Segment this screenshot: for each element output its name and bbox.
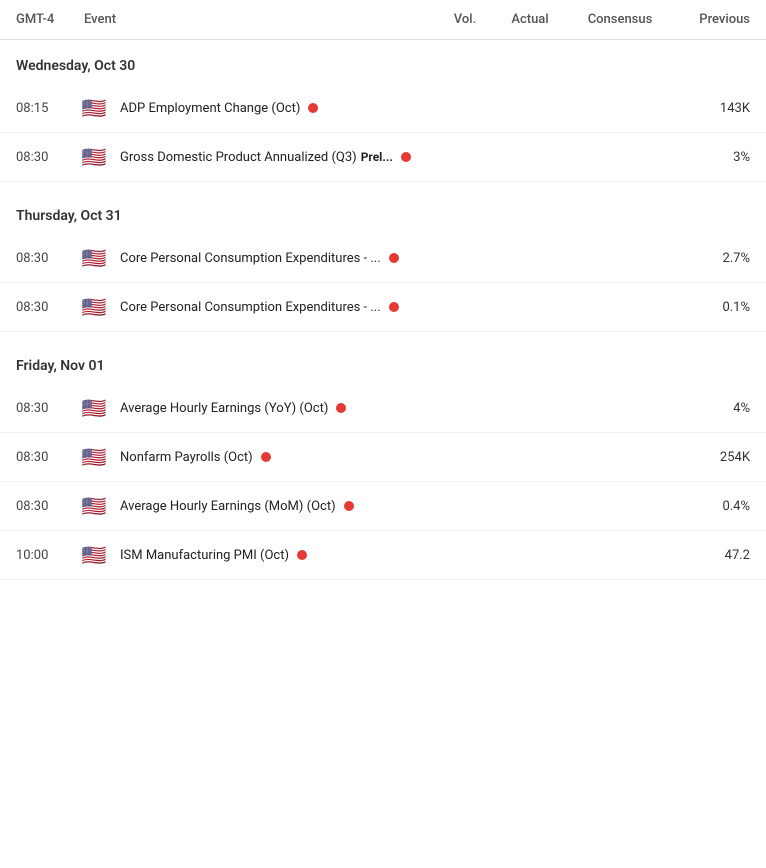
event-time: 10:00 bbox=[16, 548, 76, 563]
day-header: Friday, Nov 01 bbox=[0, 340, 766, 384]
event-name-cell: Core Personal Consumption Expenditures -… bbox=[112, 300, 490, 315]
country-flag: 🇺🇸 bbox=[76, 496, 112, 516]
volatility-dot bbox=[389, 302, 399, 312]
actual-col-header: Actual bbox=[490, 12, 570, 27]
previous-value: 3% bbox=[670, 150, 750, 165]
event-badge: Prel... bbox=[361, 150, 393, 164]
section-spacer bbox=[0, 332, 766, 340]
volatility-dot bbox=[261, 452, 271, 462]
previous-value: 0.4% bbox=[670, 499, 750, 514]
day-header: Thursday, Oct 31 bbox=[0, 190, 766, 234]
event-name-cell: Gross Domestic Product Annualized (Q3) Pr… bbox=[112, 150, 490, 165]
previous-value: 4% bbox=[670, 401, 750, 416]
event-col-header: Event bbox=[76, 12, 440, 27]
previous-value: 0.1% bbox=[670, 300, 750, 315]
event-name: Core Personal Consumption Expenditures -… bbox=[120, 251, 381, 266]
consensus-col-header: Consensus bbox=[570, 12, 670, 27]
volatility-dot bbox=[336, 403, 346, 413]
volatility-dot bbox=[297, 550, 307, 560]
event-name-cell: ADP Employment Change (Oct) bbox=[112, 101, 490, 116]
event-name: Average Hourly Earnings (MoM) (Oct) bbox=[120, 499, 336, 514]
event-name-cell: Nonfarm Payrolls (Oct) bbox=[112, 450, 490, 465]
day-header: Wednesday, Oct 30 bbox=[0, 40, 766, 84]
table-header: GMT-4 Event Vol. Actual Consensus Previo… bbox=[0, 0, 766, 40]
table-row[interactable]: 08:30 🇺🇸 Average Hourly Earnings (YoY) (… bbox=[0, 384, 766, 433]
table-row[interactable]: 08:15 🇺🇸 ADP Employment Change (Oct) 143… bbox=[0, 84, 766, 133]
vol-col-header: Vol. bbox=[440, 12, 490, 27]
previous-col-header: Previous bbox=[670, 12, 750, 27]
event-name: Gross Domestic Product Annualized (Q3) bbox=[120, 150, 357, 165]
country-flag: 🇺🇸 bbox=[76, 297, 112, 317]
volatility-dot bbox=[344, 501, 354, 511]
event-name: ADP Employment Change (Oct) bbox=[120, 101, 300, 116]
event-time: 08:30 bbox=[16, 251, 76, 266]
previous-value: 254K bbox=[670, 450, 750, 465]
event-time: 08:30 bbox=[16, 499, 76, 514]
previous-value: 2.7% bbox=[670, 251, 750, 266]
previous-value: 143K bbox=[670, 101, 750, 116]
section-spacer bbox=[0, 182, 766, 190]
event-name: Nonfarm Payrolls (Oct) bbox=[120, 450, 253, 465]
country-flag: 🇺🇸 bbox=[76, 398, 112, 418]
calendar-body: Wednesday, Oct 30 08:15 🇺🇸 ADP Employmen… bbox=[0, 40, 766, 580]
volatility-dot bbox=[308, 103, 318, 113]
table-row[interactable]: 08:30 🇺🇸 Gross Domestic Product Annualiz… bbox=[0, 133, 766, 182]
event-time: 08:15 bbox=[16, 101, 76, 116]
country-flag: 🇺🇸 bbox=[76, 98, 112, 118]
event-time: 08:30 bbox=[16, 450, 76, 465]
event-time: 08:30 bbox=[16, 300, 76, 315]
timezone-label: GMT-4 bbox=[16, 12, 76, 27]
table-row[interactable]: 08:30 🇺🇸 Nonfarm Payrolls (Oct) 254K bbox=[0, 433, 766, 482]
event-name-cell: Average Hourly Earnings (YoY) (Oct) bbox=[112, 401, 490, 416]
volatility-dot bbox=[401, 152, 411, 162]
event-time: 08:30 bbox=[16, 401, 76, 416]
country-flag: 🇺🇸 bbox=[76, 248, 112, 268]
event-name: Core Personal Consumption Expenditures -… bbox=[120, 300, 381, 315]
event-name-cell: Average Hourly Earnings (MoM) (Oct) bbox=[112, 499, 490, 514]
event-name-cell: Core Personal Consumption Expenditures -… bbox=[112, 251, 490, 266]
event-name-cell: ISM Manufacturing PMI (Oct) bbox=[112, 548, 490, 563]
country-flag: 🇺🇸 bbox=[76, 447, 112, 467]
volatility-dot bbox=[389, 253, 399, 263]
event-time: 08:30 bbox=[16, 150, 76, 165]
table-row[interactable]: 10:00 🇺🇸 ISM Manufacturing PMI (Oct) 47.… bbox=[0, 531, 766, 580]
previous-value: 47.2 bbox=[670, 548, 750, 563]
country-flag: 🇺🇸 bbox=[76, 147, 112, 167]
country-flag: 🇺🇸 bbox=[76, 545, 112, 565]
table-row[interactable]: 08:30 🇺🇸 Core Personal Consumption Expen… bbox=[0, 234, 766, 283]
event-name: ISM Manufacturing PMI (Oct) bbox=[120, 548, 289, 563]
event-name: Average Hourly Earnings (YoY) (Oct) bbox=[120, 401, 328, 416]
table-row[interactable]: 08:30 🇺🇸 Average Hourly Earnings (MoM) (… bbox=[0, 482, 766, 531]
table-row[interactable]: 08:30 🇺🇸 Core Personal Consumption Expen… bbox=[0, 283, 766, 332]
